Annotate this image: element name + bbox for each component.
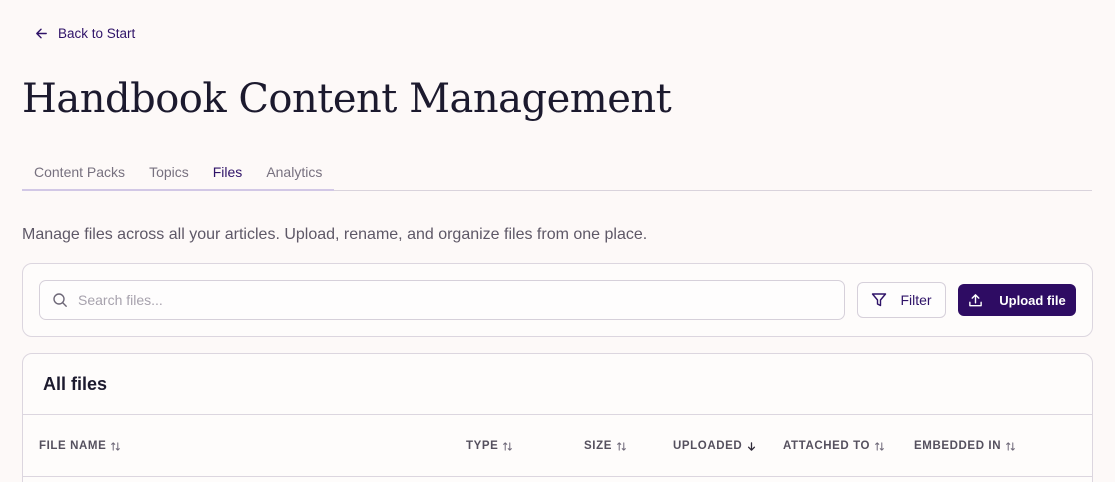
toolbar-card: Filter Upload file bbox=[22, 263, 1093, 337]
sort-icon bbox=[111, 441, 121, 451]
tab-content-packs[interactable]: Content Packs bbox=[22, 158, 137, 190]
files-card-title: All files bbox=[43, 374, 108, 394]
tab-group: Content Packs Topics Files Analytics bbox=[22, 158, 335, 191]
filter-icon bbox=[872, 293, 887, 307]
table-header-row: FILE NAME TYPE SIZE UPLOADED ATTACHED TO… bbox=[23, 415, 1092, 477]
column-label: SIZE bbox=[584, 440, 612, 452]
tab-topics[interactable]: Topics bbox=[137, 158, 201, 190]
page-title: Handbook Content Management bbox=[22, 76, 672, 122]
column-label: FILE NAME bbox=[39, 440, 107, 452]
column-header-type[interactable]: TYPE bbox=[466, 440, 513, 452]
sort-icon bbox=[503, 441, 513, 451]
tab-bar: Content Packs Topics Files Analytics bbox=[22, 158, 1092, 191]
files-card-header: All files bbox=[23, 354, 1092, 415]
back-to-start-link[interactable]: Back to Start bbox=[34, 26, 135, 41]
search-icon bbox=[53, 293, 67, 307]
column-header-file-name[interactable]: FILE NAME bbox=[39, 440, 121, 452]
column-label: UPLOADED bbox=[673, 440, 743, 452]
arrow-left-icon bbox=[36, 28, 47, 39]
column-header-size[interactable]: SIZE bbox=[584, 440, 627, 452]
arrow-down-icon bbox=[748, 441, 756, 451]
upload-icon bbox=[969, 293, 983, 306]
upload-label: Upload file bbox=[999, 292, 1066, 308]
files-card: All files FILE NAME TYPE SIZE UPLOADED A… bbox=[22, 353, 1093, 482]
sort-icon bbox=[617, 441, 626, 451]
search-box[interactable] bbox=[39, 280, 845, 320]
page-description: Manage files across all your articles. U… bbox=[22, 226, 648, 243]
tab-analytics[interactable]: Analytics bbox=[254, 158, 334, 190]
filter-button[interactable]: Filter bbox=[857, 282, 946, 318]
column-label: TYPE bbox=[466, 440, 499, 452]
column-header-attached-to[interactable]: ATTACHED TO bbox=[783, 440, 885, 452]
search-input[interactable] bbox=[78, 292, 818, 308]
column-header-uploaded[interactable]: UPLOADED bbox=[673, 440, 757, 452]
column-label: EMBEDDED IN bbox=[914, 440, 1002, 452]
sort-icon bbox=[1006, 441, 1015, 451]
sort-icon bbox=[875, 441, 884, 451]
column-header-embedded-in[interactable]: EMBEDDED IN bbox=[914, 440, 1016, 452]
column-label: ATTACHED TO bbox=[783, 440, 871, 452]
upload-file-button[interactable]: Upload file bbox=[958, 284, 1076, 316]
tab-files[interactable]: Files bbox=[201, 158, 255, 190]
filter-label: Filter bbox=[900, 292, 932, 308]
back-link-label: Back to Start bbox=[58, 26, 136, 41]
